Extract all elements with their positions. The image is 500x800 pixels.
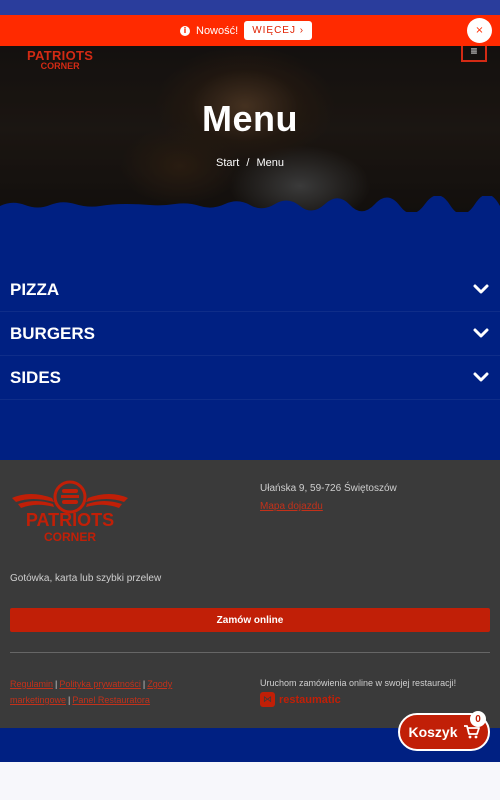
footer: PATRIOTS CORNER Ułańska 9, 59-726 Święto…: [0, 460, 500, 728]
footer-logo-line1: PATRIOTS: [26, 510, 114, 530]
hero-banner: PATRIOTS CORNER ≡ Menu Start / Menu: [0, 46, 500, 212]
menu-categories: PIZZA BURGERS SIDES: [0, 212, 500, 460]
link-separator: |: [55, 679, 58, 689]
top-strip: [0, 0, 500, 15]
category-sides[interactable]: SIDES: [0, 356, 500, 400]
page-title: Menu: [202, 98, 298, 139]
promo-text: Uruchom zamówienia online w swojej resta…: [260, 678, 457, 688]
footer-links: Regulamin | Polityka prywatności | Zgody mar…: [10, 676, 254, 708]
hamburger-menu-icon[interactable]: ≡: [461, 46, 487, 62]
restaurant-panel-link[interactable]: Panel Restauratora: [72, 695, 150, 705]
more-button[interactable]: WIĘCEJ ›: [244, 21, 313, 40]
announcement-text: Nowość!: [196, 24, 239, 37]
logo-emblem: [12, 480, 128, 514]
category-burgers[interactable]: BURGERS: [0, 312, 500, 356]
cart-icon: [463, 725, 480, 739]
link-separator: |: [68, 695, 71, 705]
map-link[interactable]: Mapa dojazdu: [260, 501, 323, 512]
breadcrumb-separator: /: [246, 157, 250, 169]
order-online-button[interactable]: Zamów online: [10, 608, 490, 632]
category-pizza[interactable]: PIZZA: [0, 268, 500, 312]
payment-info: Gotówka, karta lub szybki przelew: [10, 573, 162, 584]
breadcrumb-current: Menu: [256, 157, 284, 169]
footer-logo[interactable]: PATRIOTS CORNER: [10, 480, 130, 550]
privacy-link[interactable]: Polityka prywatności: [59, 679, 141, 689]
address: Ułańska 9, 59-726 Świętoszów: [260, 483, 397, 494]
breadcrumb-start-link[interactable]: Start: [216, 157, 239, 169]
breadcrumb: Start / Menu: [0, 157, 500, 169]
cart-label: Koszyk: [408, 724, 458, 740]
header-logo[interactable]: PATRIOTS CORNER: [27, 49, 93, 71]
cart-count-badge: 0: [470, 711, 486, 727]
restaumatic-name: restaumatic: [279, 693, 341, 706]
cart-button[interactable]: Koszyk 0: [398, 711, 490, 751]
category-label: BURGERS: [10, 324, 96, 343]
chevron-down-icon: [473, 284, 489, 294]
restaumatic-icon: ⋈: [260, 692, 275, 707]
category-label: PIZZA: [10, 280, 60, 299]
footer-logo-line2: CORNER: [44, 530, 96, 544]
chevron-down-icon: [473, 372, 489, 382]
link-separator: |: [142, 679, 146, 689]
restaumatic-link[interactable]: ⋈ restaumatic: [260, 692, 341, 707]
close-icon[interactable]: ×: [467, 18, 492, 43]
announcement-bar: i Nowość! WIĘCEJ › ×: [0, 15, 500, 46]
announcement-content: i Nowość! WIĘCEJ ›: [180, 21, 313, 40]
chevron-down-icon: [473, 328, 489, 338]
footer-divider: [10, 652, 490, 653]
info-icon: i: [180, 25, 190, 36]
header-logo-line2: CORNER: [40, 61, 80, 71]
terms-link[interactable]: Regulamin: [10, 679, 53, 689]
category-label: SIDES: [10, 368, 62, 387]
